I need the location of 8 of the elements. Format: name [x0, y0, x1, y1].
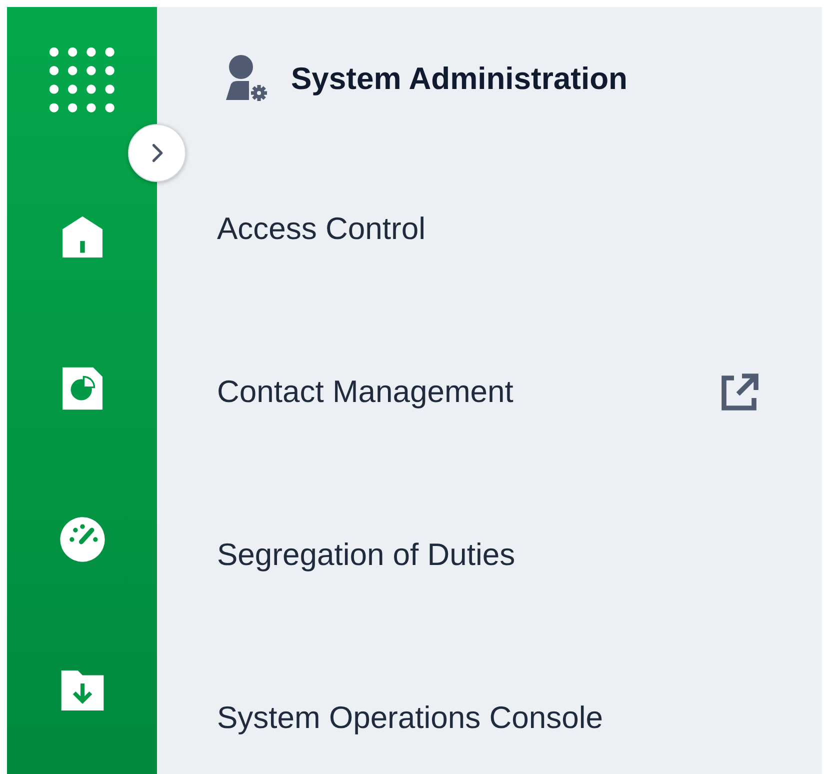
expand-button[interactable] — [128, 124, 186, 182]
menu-link[interactable]: Segregation of Duties — [217, 537, 516, 573]
panel-title: System Administration — [291, 61, 628, 97]
app-grid-icon[interactable] — [49, 47, 115, 113]
menu-link[interactable]: Access Control — [217, 211, 426, 247]
gauge-icon[interactable] — [58, 516, 106, 563]
menu-link[interactable]: System Operations Console — [217, 700, 603, 736]
menu-link[interactable]: Contact Management — [217, 374, 514, 410]
